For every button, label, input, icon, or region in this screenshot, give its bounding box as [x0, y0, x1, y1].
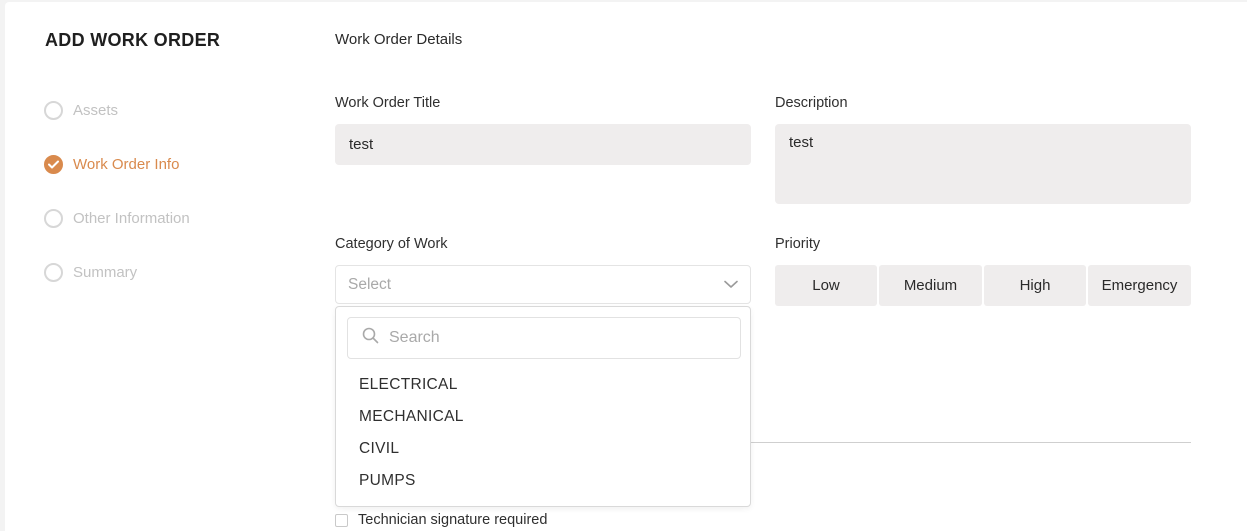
dropdown-search-input[interactable]: Search	[347, 317, 741, 359]
category-select[interactable]: Select	[335, 265, 751, 304]
step-label: Other Information	[73, 209, 190, 227]
section-divider	[750, 442, 1191, 443]
category-dropdown[interactable]: Search ELECTRICAL MECHANICAL CIVIL PUMPS	[335, 306, 751, 507]
work-order-title-label: Work Order Title	[335, 95, 441, 111]
technician-signature-checkbox[interactable]	[335, 513, 348, 527]
step-label: Assets	[73, 101, 119, 119]
circle-icon	[44, 208, 63, 228]
step-other-information[interactable]: Other Information	[44, 207, 190, 229]
check-circle-icon	[44, 154, 63, 174]
dropdown-option-civil[interactable]: CIVIL	[359, 440, 399, 458]
section-title: Work Order Details	[335, 31, 463, 48]
dropdown-option-pumps[interactable]: PUMPS	[359, 472, 416, 490]
technician-signature-row[interactable]: Technician signature required	[335, 512, 547, 528]
step-label: Summary	[73, 263, 138, 281]
step-work-order-info[interactable]: Work Order Info	[44, 153, 179, 175]
dropdown-option-mechanical[interactable]: MECHANICAL	[359, 408, 464, 426]
step-assets[interactable]: Assets	[44, 99, 118, 121]
chevron-down-icon	[724, 276, 738, 294]
category-label: Category of Work	[335, 236, 448, 252]
page-title: ADD WORK ORDER	[45, 30, 221, 50]
priority-label: Priority	[775, 236, 821, 252]
work-order-title-input[interactable]: test	[335, 124, 751, 165]
search-placeholder: Search	[389, 329, 440, 346]
search-icon	[362, 327, 379, 349]
priority-medium-button[interactable]: Medium	[879, 265, 982, 306]
step-summary[interactable]: Summary	[44, 261, 137, 283]
dropdown-option-electrical[interactable]: ELECTRICAL	[359, 376, 458, 394]
technician-signature-label: Technician signature required	[358, 512, 548, 528]
circle-icon	[44, 100, 63, 120]
step-label: Work Order Info	[73, 155, 180, 173]
priority-emergency-button[interactable]: Emergency	[1088, 265, 1191, 306]
circle-icon	[44, 262, 63, 282]
description-textarea[interactable]: test	[775, 124, 1191, 204]
priority-high-button[interactable]: High	[984, 265, 1086, 306]
category-placeholder: Select	[348, 275, 392, 293]
priority-low-button[interactable]: Low	[775, 265, 877, 306]
description-label: Description	[775, 95, 848, 111]
